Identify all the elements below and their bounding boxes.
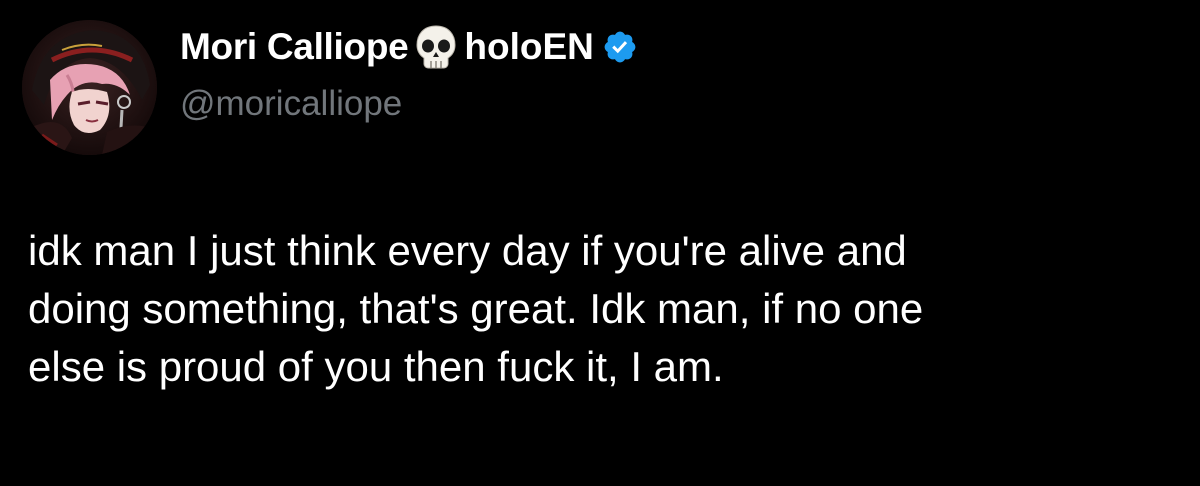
- skull-icon: [414, 24, 458, 70]
- author-display-name[interactable]: Mori Calliope: [180, 26, 409, 68]
- tweet-header: Mori Calliope holoEN @moricalliope: [180, 22, 638, 124]
- author-name-suffix[interactable]: holoEN: [464, 26, 593, 68]
- tweet-text-line: idk man I just think every day if you're…: [28, 227, 907, 274]
- tweet-text: idk man I just think every day if you're…: [28, 222, 1168, 396]
- verified-icon[interactable]: [602, 29, 638, 65]
- author-name-row[interactable]: Mori Calliope holoEN: [180, 22, 638, 72]
- tweet-text-line: doing something, that's great. Idk man, …: [28, 285, 924, 332]
- tweet: Mori Calliope holoEN @moricalliope idk m…: [0, 0, 1200, 486]
- tweet-text-line: else is proud of you then fuck it, I am.: [28, 343, 724, 390]
- avatar[interactable]: [22, 20, 157, 155]
- author-handle[interactable]: @moricalliope: [180, 84, 638, 124]
